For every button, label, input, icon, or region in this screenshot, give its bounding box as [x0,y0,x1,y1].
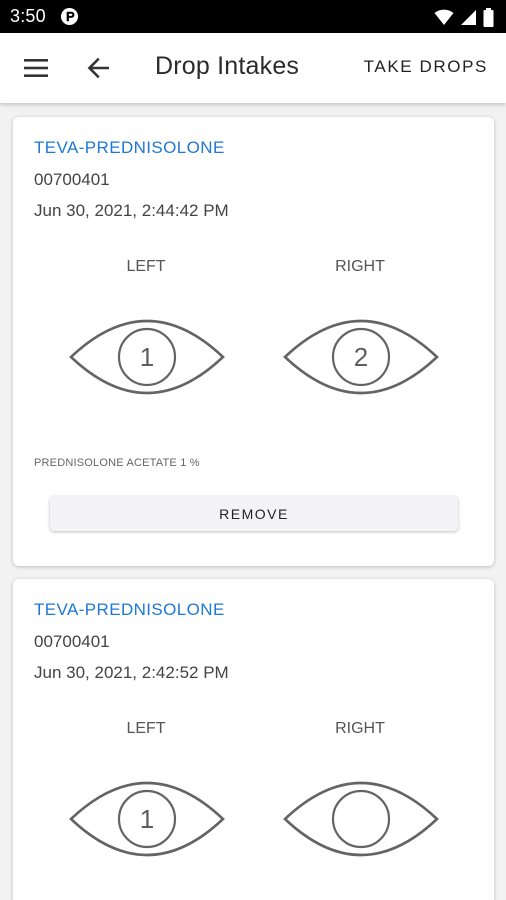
screen: 3:50 Drop Intakes TAKE DROPS TEVA-PREDNI… [0,0,506,900]
right-eye-label: RIGHT [335,258,385,275]
intake-card: TEVA-PREDNISOLONE 00700401 Jun 30, 2021,… [13,579,494,900]
app-notification-icon [60,7,79,26]
left-eye-label: LEFT [126,258,166,275]
status-icons [434,7,494,27]
right-eye-count: 2 [353,341,369,372]
battery-icon [483,7,494,27]
left-eye-label: LEFT [126,720,166,737]
right-eye-label: RIGHT [335,720,385,737]
drug-din: 00700401 [34,632,110,651]
page-title: Drop Intakes [155,52,300,80]
menu-icon[interactable] [19,54,53,82]
intake-timestamp: Jun 30, 2021, 2:44:42 PM [34,201,229,220]
drug-name[interactable]: TEVA-PREDNISOLONE [34,138,225,158]
drug-din: 00700401 [34,170,110,189]
app-bar: Drop Intakes TAKE DROPS [0,33,506,103]
status-time: 3:50 [10,6,46,26]
active-ingredient: PREDNISOLONE ACETATE 1 % [34,457,200,469]
take-drops-button[interactable]: TAKE DROPS [364,57,488,77]
status-bar: 3:50 [0,0,506,33]
intake-card: TEVA-PREDNISOLONE 00700401 Jun 30, 2021,… [13,117,494,566]
intake-timestamp: Jun 30, 2021, 2:42:52 PM [34,663,229,682]
wifi-icon [434,9,454,25]
right-eye: 2 [282,307,440,407]
left-eye-count: 1 [139,803,155,834]
remove-button[interactable]: REMOVE [50,496,458,531]
left-eye: 1 [68,307,226,407]
left-eye-count: 1 [139,341,155,372]
right-eye-count [282,769,440,869]
drug-name[interactable]: TEVA-PREDNISOLONE [34,600,225,620]
right-eye [282,769,440,869]
back-arrow-icon[interactable] [83,52,115,84]
left-eye: 1 [68,769,226,869]
signal-icon [461,9,476,25]
